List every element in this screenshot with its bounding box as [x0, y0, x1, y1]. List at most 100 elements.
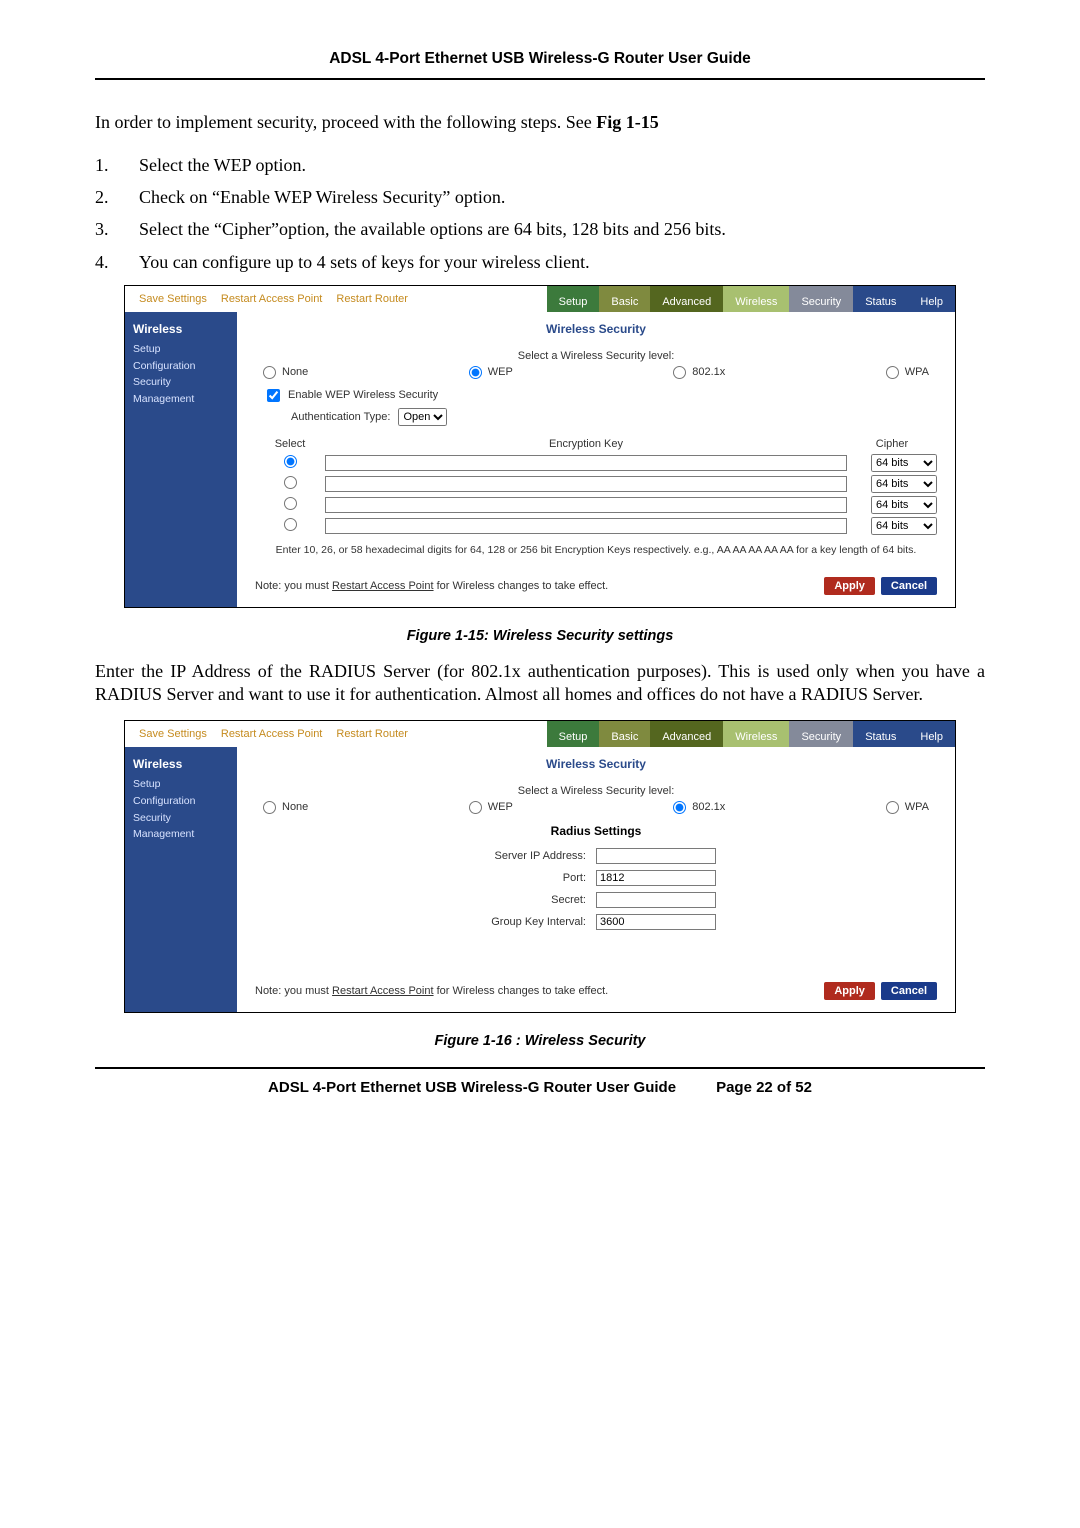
key-select-4[interactable] — [284, 518, 297, 531]
restart-ap-inline-link[interactable]: Restart Access Point — [332, 985, 434, 997]
sidebar-link-management[interactable]: Management — [133, 826, 229, 843]
tab-advanced[interactable]: Advanced — [650, 721, 723, 747]
restart-note-pre: Note: you must — [255, 985, 332, 997]
apply-button[interactable]: Apply — [824, 982, 875, 1000]
tab-status[interactable]: Status — [853, 721, 908, 747]
save-settings-link[interactable]: Save Settings — [139, 293, 207, 305]
enable-wep-label: Enable WEP Wireless Security — [288, 389, 438, 401]
restart-ap-link[interactable]: Restart Access Point — [221, 728, 323, 740]
port-input[interactable] — [596, 870, 716, 886]
col-header-key: Encryption Key — [325, 438, 847, 450]
router-admin-fig-1-15: Save Settings Restart Access Point Resta… — [124, 285, 956, 608]
cipher-select-2[interactable]: 64 bits — [871, 475, 937, 493]
tab-security[interactable]: Security — [789, 286, 853, 312]
intro-fig-ref: Fig 1-15 — [596, 112, 659, 132]
col-header-cipher: Cipher — [847, 438, 937, 450]
step-text: Select the WEP option. — [139, 152, 306, 178]
restart-router-link[interactable]: Restart Router — [336, 728, 408, 740]
level-8021x-radio[interactable] — [673, 801, 686, 814]
cipher-select-4[interactable]: 64 bits — [871, 517, 937, 535]
step-number: 1. — [95, 152, 115, 178]
level-wpa-radio[interactable] — [886, 366, 899, 379]
footer-right: Page 22 of 52 — [716, 1079, 812, 1096]
key-input-2[interactable] — [325, 476, 847, 492]
intro-paragraph: In order to implement security, proceed … — [95, 110, 985, 134]
sidebar-link-configuration[interactable]: Configuration — [133, 793, 229, 810]
select-level-label: Select a Wireless Security level: — [255, 350, 937, 362]
key-input-3[interactable] — [325, 497, 847, 513]
key-select-3[interactable] — [284, 497, 297, 510]
step-number: 4. — [95, 249, 115, 275]
tab-help[interactable]: Help — [908, 721, 955, 747]
cancel-button[interactable]: Cancel — [881, 982, 937, 1000]
sidebar-link-security[interactable]: Security — [133, 374, 229, 391]
footer-divider — [95, 1067, 985, 1069]
sidebar-link-setup[interactable]: Setup — [133, 341, 229, 358]
sidebar-link-security[interactable]: Security — [133, 810, 229, 827]
restart-ap-link[interactable]: Restart Access Point — [221, 293, 323, 305]
tab-status[interactable]: Status — [853, 286, 908, 312]
level-8021x-radio[interactable] — [673, 366, 686, 379]
level-wpa-radio[interactable] — [886, 801, 899, 814]
level-wep-label: WEP — [488, 366, 513, 378]
level-8021x-label: 802.1x — [692, 801, 725, 813]
router-sidebar: Wireless Setup Configuration Security Ma… — [125, 312, 237, 607]
group-key-interval-input[interactable] — [596, 914, 716, 930]
sidebar-link-management[interactable]: Management — [133, 391, 229, 408]
header-divider — [95, 78, 985, 80]
tab-security[interactable]: Security — [789, 721, 853, 747]
level-none-radio[interactable] — [263, 366, 276, 379]
wep-key-table: Select Encryption Key Cipher 64 bits 64 … — [255, 438, 937, 535]
tab-advanced[interactable]: Advanced — [650, 286, 723, 312]
level-none-label: None — [282, 801, 308, 813]
key-row-4: 64 bits — [255, 517, 937, 535]
step-3: 3. Select the “Cipher”option, the availa… — [95, 216, 985, 242]
key-select-2[interactable] — [284, 476, 297, 489]
level-wpa-label: WPA — [905, 366, 929, 378]
secret-input[interactable] — [596, 892, 716, 908]
intro-text: In order to implement security, proceed … — [95, 112, 596, 132]
radius-settings-title: Radius Settings — [255, 824, 937, 838]
level-none-radio[interactable] — [263, 801, 276, 814]
tab-basic[interactable]: Basic — [599, 286, 650, 312]
key-select-1[interactable] — [284, 455, 297, 468]
step-2: 2. Check on “Enable WEP Wireless Securit… — [95, 184, 985, 210]
save-settings-link[interactable]: Save Settings — [139, 728, 207, 740]
restart-router-link[interactable]: Restart Router — [336, 293, 408, 305]
level-wep-radio[interactable] — [469, 366, 482, 379]
tab-wireless[interactable]: Wireless — [723, 286, 789, 312]
sidebar-link-setup[interactable]: Setup — [133, 776, 229, 793]
restart-ap-inline-link[interactable]: Restart Access Point — [332, 580, 434, 592]
port-label: Port: — [396, 872, 596, 884]
sidebar-link-configuration[interactable]: Configuration — [133, 358, 229, 375]
tab-setup[interactable]: Setup — [547, 286, 600, 312]
router-sidebar: Wireless Setup Configuration Security Ma… — [125, 747, 237, 1012]
key-input-1[interactable] — [325, 455, 847, 471]
cancel-button[interactable]: Cancel — [881, 577, 937, 595]
router-tab-nav: Setup Basic Advanced Wireless Security S… — [547, 286, 955, 312]
level-wep-label: WEP — [488, 801, 513, 813]
level-wep-radio[interactable] — [469, 801, 482, 814]
auth-type-select[interactable]: Open — [398, 408, 447, 426]
tab-wireless[interactable]: Wireless — [723, 721, 789, 747]
cipher-select-3[interactable]: 64 bits — [871, 496, 937, 514]
apply-button[interactable]: Apply — [824, 577, 875, 595]
step-number: 2. — [95, 184, 115, 210]
figure-1-16-caption: Figure 1-16 : Wireless Security — [95, 1033, 985, 1049]
radius-paragraph: Enter the IP Address of the RADIUS Serve… — [95, 660, 985, 706]
key-input-4[interactable] — [325, 518, 847, 534]
server-ip-input[interactable] — [596, 848, 716, 864]
page-footer: ADSL 4-Port Ethernet USB Wireless-G Rout… — [95, 1079, 985, 1096]
router-topbar: Save Settings Restart Access Point Resta… — [125, 286, 955, 312]
tab-basic[interactable]: Basic — [599, 721, 650, 747]
restart-note-post: for Wireless changes to take effect. — [434, 985, 609, 997]
enable-wep-checkbox[interactable] — [267, 389, 280, 402]
tab-setup[interactable]: Setup — [547, 721, 600, 747]
cipher-select-1[interactable]: 64 bits — [871, 454, 937, 472]
restart-note: Note: you must Restart Access Point for … — [255, 580, 818, 592]
server-ip-label: Server IP Address: — [396, 850, 596, 862]
restart-note-pre: Note: you must — [255, 580, 332, 592]
tab-help[interactable]: Help — [908, 286, 955, 312]
select-level-label: Select a Wireless Security level: — [255, 785, 937, 797]
radius-form: Server IP Address: Port: Secret: Group K… — [255, 848, 937, 930]
